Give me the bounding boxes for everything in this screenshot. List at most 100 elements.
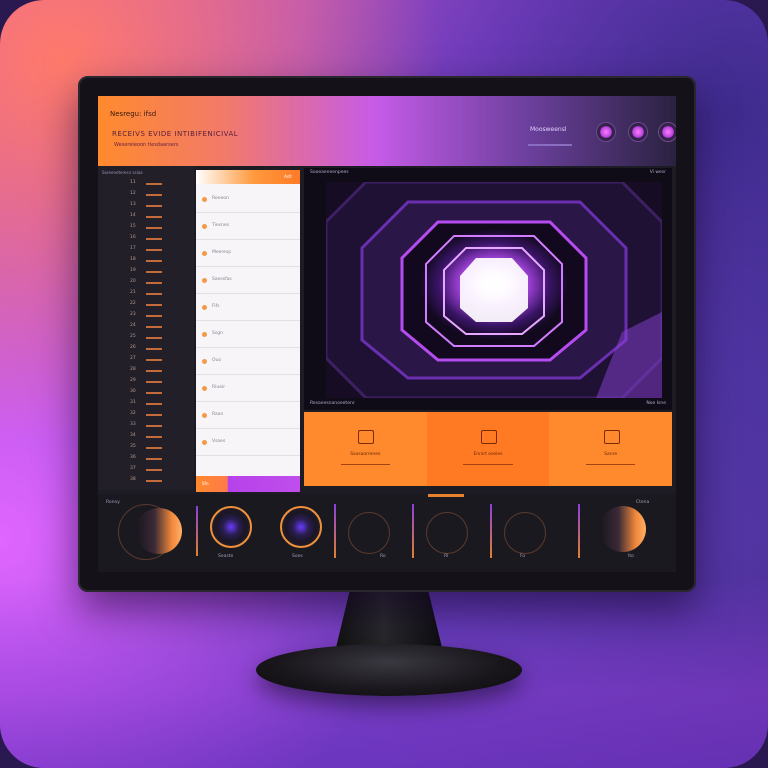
timeline-row[interactable]: 11 xyxy=(124,180,190,188)
list-panel-top-label: Asfr xyxy=(284,174,292,179)
timeline-row[interactable]: 30 xyxy=(124,389,190,397)
timeline-row[interactable]: 24 xyxy=(124,323,190,331)
viewer-menu[interactable]: Vi wesr xyxy=(650,170,666,175)
tile-3[interactable]: Sanre xyxy=(549,412,673,486)
knob-2[interactable] xyxy=(280,506,322,548)
timeline-row[interactable]: 35 xyxy=(124,444,190,452)
list-item-icon xyxy=(202,278,207,283)
list-panel-footer-label: Sfn xyxy=(202,481,209,486)
timeline-row-number: 24 xyxy=(130,323,136,328)
list-item[interactable]: Ssgn xyxy=(196,323,300,348)
list-item[interactable]: Saessfas xyxy=(196,269,300,294)
knob-1[interactable] xyxy=(210,506,252,548)
settings-button[interactable] xyxy=(658,122,676,142)
timeline-row[interactable]: 28 xyxy=(124,367,190,375)
list-item-icon xyxy=(202,197,207,202)
timeline-row-number: 32 xyxy=(130,411,136,416)
app-subtitle: RECEIVS EVIDE INTIBIFENICIVAL xyxy=(112,130,239,138)
timeline-row[interactable]: 18 xyxy=(124,257,190,265)
timeline-row[interactable]: 38 xyxy=(124,477,190,485)
timeline-row[interactable]: 23 xyxy=(124,312,190,320)
list-item-label: Ssgn xyxy=(212,331,223,336)
right-label: Ctena xyxy=(636,500,650,505)
list-item-icon xyxy=(202,413,207,418)
timeline-row-number: 37 xyxy=(130,466,136,471)
left-moon-gauge[interactable] xyxy=(136,508,182,554)
left-slider[interactable] xyxy=(196,506,198,556)
timeline-row[interactable]: 34 xyxy=(124,433,190,441)
timeline-row-number: 22 xyxy=(130,301,136,306)
list-item-label: Fifs xyxy=(212,304,220,309)
tile-1[interactable]: Ssosaorrenes xyxy=(304,412,427,486)
timeline-row-bar xyxy=(146,392,162,394)
timeline-row-number: 17 xyxy=(130,246,136,251)
list-item[interactable]: Riueir xyxy=(196,377,300,402)
slider-1-label: Ro xyxy=(380,554,386,559)
slider-4[interactable] xyxy=(578,504,580,558)
timeline-row-number: 19 xyxy=(130,268,136,273)
timeline-row-number: 16 xyxy=(130,235,136,240)
timeline-row[interactable]: 14 xyxy=(124,213,190,221)
list-item-label: Roeeon xyxy=(212,196,229,201)
list-item-label: Vsaes xyxy=(212,439,226,444)
timeline-row[interactable]: 32 xyxy=(124,411,190,419)
list-item-label: Riueir xyxy=(212,385,226,390)
list-item[interactable]: Roeeon xyxy=(196,188,300,213)
timeline-row-number: 27 xyxy=(130,356,136,361)
list-item[interactable]: Fifs xyxy=(196,296,300,321)
account-label[interactable]: Moosweensl xyxy=(530,126,567,133)
timeline-row[interactable]: 25 xyxy=(124,334,190,342)
list-item-icon xyxy=(202,440,207,445)
timeline-row-bar xyxy=(146,447,162,449)
timeline-row[interactable]: 33 xyxy=(124,422,190,430)
strip-tab[interactable] xyxy=(428,494,464,497)
right-moon-gauge[interactable] xyxy=(600,506,646,552)
timeline-row-bar xyxy=(146,227,162,229)
slider-2[interactable] xyxy=(412,504,414,558)
list-panel-footer[interactable]: Sfn xyxy=(196,476,300,492)
timeline-row[interactable]: 26 xyxy=(124,345,190,353)
timeline-row[interactable]: 27 xyxy=(124,356,190,364)
list-item[interactable]: Vsaes xyxy=(196,431,300,456)
viewer-footer-right[interactable]: Noe Isne xyxy=(646,401,666,406)
timeline-row[interactable]: 22 xyxy=(124,301,190,309)
timeline-row-number: 18 xyxy=(130,257,136,262)
timeline-row[interactable]: 31 xyxy=(124,400,190,408)
timeline-row[interactable]: 21 xyxy=(124,290,190,298)
list-item[interactable]: Tiesnes xyxy=(196,215,300,240)
timeline-row[interactable]: 36 xyxy=(124,455,190,463)
list-item-label: Tiesnes xyxy=(212,223,229,228)
list-item[interactable]: Meeresp xyxy=(196,242,300,267)
timeline-row[interactable]: 20 xyxy=(124,279,190,287)
list-item[interactable]: Ouo xyxy=(196,350,300,375)
capture-button[interactable] xyxy=(628,122,648,142)
timeline-row[interactable]: 29 xyxy=(124,378,190,386)
timeline-row[interactable]: 13 xyxy=(124,202,190,210)
ring-1 xyxy=(348,512,390,554)
main-viewer[interactable]: Sooeaeneenpees Vi wesr Resaeesnanoeetenr… xyxy=(304,168,672,410)
timeline-row-number: 38 xyxy=(130,477,136,482)
timeline-row[interactable]: 37 xyxy=(124,466,190,474)
knob-1-label: Seaste xyxy=(218,554,234,559)
slider-1[interactable] xyxy=(334,504,336,558)
tunnel-preview-image xyxy=(326,182,662,398)
timeline-row-bar xyxy=(146,194,162,196)
timeline-row[interactable]: 19 xyxy=(124,268,190,276)
timeline-row-number: 36 xyxy=(130,455,136,460)
timeline-row[interactable]: 15 xyxy=(124,224,190,232)
timeline-row[interactable]: 16 xyxy=(124,235,190,243)
monitor: Nesregu: ifsd RECEIVS EVIDE INTIBIFENICI… xyxy=(78,76,696,592)
record-button[interactable] xyxy=(596,122,616,142)
tile-1-label: Ssosaorrenes xyxy=(350,452,381,457)
slider-3[interactable] xyxy=(490,504,492,558)
timeline-row[interactable]: 17 xyxy=(124,246,190,254)
viewer-footer-left: Resaeesnanoeetenr xyxy=(310,401,355,406)
tile-2[interactable]: Ennirt oseies xyxy=(426,412,550,486)
tile-1-line xyxy=(340,464,390,465)
timeline-row[interactable]: 12 xyxy=(124,191,190,199)
list-item[interactable]: Raan xyxy=(196,404,300,429)
timeline-row-number: 26 xyxy=(130,345,136,350)
timeline-row-bar xyxy=(146,205,162,207)
timeline-row-bar xyxy=(146,183,162,185)
list-panel-top: Asfr xyxy=(196,170,300,184)
